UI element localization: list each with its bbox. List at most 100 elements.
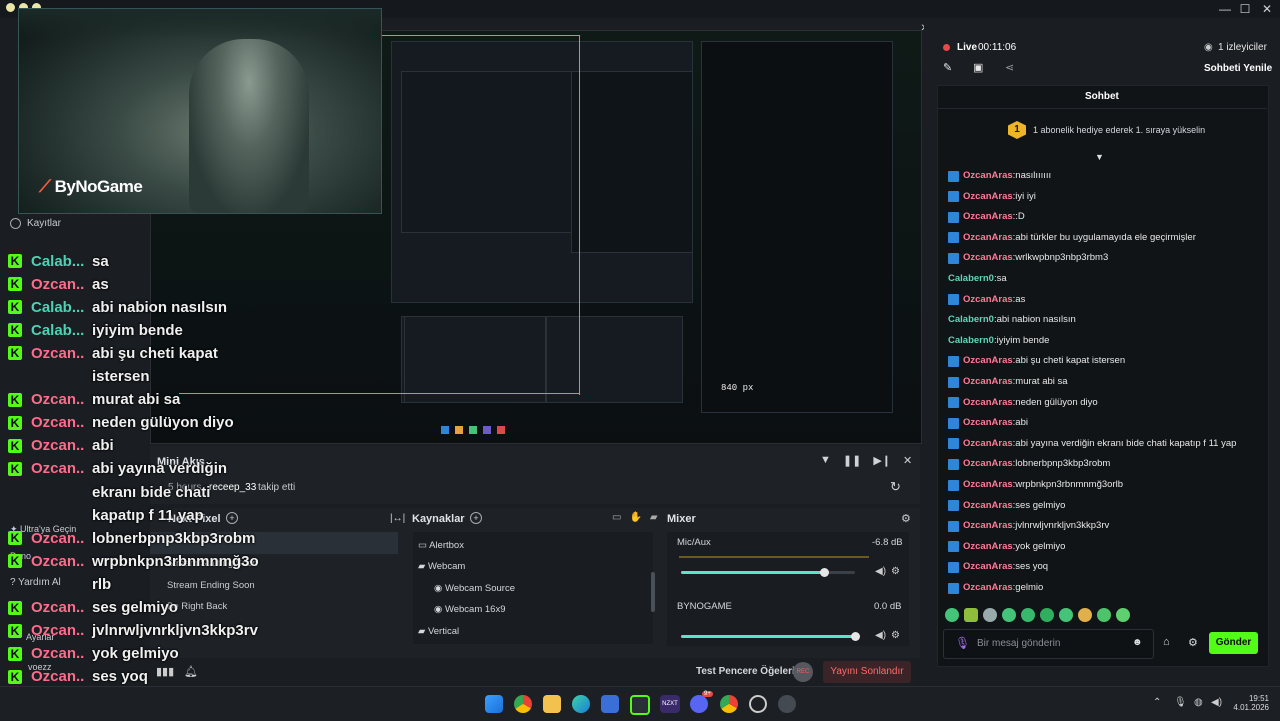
emoji-icon[interactable]: ☻ <box>1132 637 1143 648</box>
source-item[interactable]: ◉ Webcam Source <box>434 583 515 594</box>
chat-username[interactable]: OzcanAras <box>963 353 1013 369</box>
chat-username[interactable]: OzcanAras <box>963 456 1013 472</box>
share-icon[interactable]: ⋖ <box>1005 61 1014 74</box>
chat-username[interactable]: OzcanAras <box>963 292 1013 308</box>
scene-item[interactable]: Stream Ending Soon <box>167 580 255 591</box>
record-button[interactable]: REC <box>793 662 813 682</box>
chat-settings-gear-icon[interactable]: ⚙ <box>1188 636 1198 649</box>
chat-username[interactable]: OzcanAras <box>963 230 1013 246</box>
tray-chevron-icon[interactable]: ⌃ <box>1153 697 1161 708</box>
emote-icon[interactable] <box>964 608 978 622</box>
store-app-icon[interactable] <box>601 695 619 713</box>
mic-volume-knob[interactable] <box>820 568 829 577</box>
mic-tray-icon[interactable]: 🎙︎ <box>1174 697 1187 708</box>
chat-username[interactable]: Calabern0 <box>948 333 994 349</box>
chat-message-row: OzcanAras: wrlkwpbnp3nbp3rbm3 <box>948 250 1108 266</box>
chat-message-text: yok gelmiyo <box>1015 540 1066 552</box>
chat-username[interactable]: OzcanAras <box>963 250 1013 266</box>
stats-icon[interactable]: ▮▮▮ <box>156 665 174 678</box>
chat-username[interactable]: OzcanAras <box>963 374 1013 390</box>
chat-username[interactable]: OzcanAras <box>963 436 1013 452</box>
store-icon[interactable]: ⌂ <box>1163 636 1170 648</box>
chat-username[interactable]: OzcanAras <box>963 498 1013 514</box>
emote-icon[interactable] <box>1040 608 1054 622</box>
pause-icon[interactable]: ❚❚ <box>843 454 861 467</box>
maximize-button[interactable]: ☐ <box>1234 0 1256 18</box>
size-readout: 840 px <box>721 383 754 393</box>
chat-username[interactable]: OzcanAras <box>963 539 1013 555</box>
nzxt-icon[interactable]: NZXT <box>660 695 680 713</box>
expand-dock-icon[interactable]: |↔| <box>390 513 405 524</box>
end-stream-button[interactable]: Yayını Sonlandır <box>823 661 911 683</box>
chat-username[interactable]: OzcanAras <box>963 209 1013 225</box>
mixer-settings-gear-icon[interactable]: ⚙ <box>901 512 911 525</box>
source-item[interactable]: ▰ Webcam <box>418 561 465 572</box>
sidebar-item-recordings[interactable]: Kayıtlar <box>10 218 61 229</box>
network-icon[interactable]: ◍ <box>1194 697 1203 708</box>
file-explorer-icon[interactable] <box>543 695 561 713</box>
chat-username[interactable]: OzcanAras <box>963 477 1013 493</box>
chat-username[interactable]: OzcanAras <box>963 395 1013 411</box>
emote-icon[interactable] <box>1021 608 1035 622</box>
emote-icon[interactable] <box>1116 608 1130 622</box>
source-item[interactable]: ◉ Webcam 16x9 <box>434 604 506 615</box>
minimize-button[interactable]: — <box>1214 0 1236 18</box>
mic-speaker-icon[interactable]: ◀) <box>875 566 886 577</box>
desktop-volume-knob[interactable] <box>851 632 860 641</box>
folder-icon: ▰ <box>418 561 428 572</box>
microphone-icon[interactable]: 🎙︎ <box>955 636 970 650</box>
chat-username[interactable]: OzcanAras <box>963 518 1013 534</box>
emote-icon[interactable] <box>1002 608 1016 622</box>
chrome-icon[interactable] <box>514 695 532 713</box>
skip-icon[interactable]: ▶❙ <box>873 454 891 467</box>
discord-icon[interactable] <box>690 695 708 713</box>
pencil-icon[interactable]: ✎ <box>943 61 952 74</box>
sources-scrollbar[interactable] <box>651 572 655 612</box>
emote-icon[interactable] <box>983 608 997 622</box>
emote-icon[interactable] <box>945 608 959 622</box>
collapse-goal-icon[interactable]: ▼ <box>1095 152 1104 162</box>
emote-icon[interactable] <box>1078 608 1092 622</box>
mute-alerts-icon[interactable]: ✕ <box>903 454 912 467</box>
steam-icon[interactable] <box>749 695 767 713</box>
folder-add-icon[interactable]: ▰ <box>650 512 658 523</box>
streaming-app-icon[interactable] <box>630 695 650 715</box>
refresh-chat-button[interactable]: Sohbeti Yenile <box>1204 63 1272 74</box>
app-icon[interactable] <box>778 695 796 713</box>
chat-username[interactable]: OzcanAras <box>963 415 1013 431</box>
chat-username[interactable]: OzcanAras <box>963 559 1013 575</box>
emote-icon[interactable] <box>1059 608 1073 622</box>
user-badge-icon <box>948 191 959 203</box>
overlay-chat-user: Ozcan... <box>31 460 84 478</box>
mic-gear-icon[interactable]: ⚙ <box>891 566 900 577</box>
start-icon[interactable] <box>485 695 503 713</box>
hand-icon[interactable]: ✋ <box>629 512 641 523</box>
popout-icon[interactable]: ▣ <box>973 61 983 74</box>
desktop-gear-icon[interactable]: ⚙ <box>891 630 900 641</box>
source-item[interactable]: ▭ Alertbox <box>418 540 464 551</box>
display-icon[interactable]: ▭ <box>612 512 621 523</box>
desktop-speaker-icon[interactable]: ◀) <box>875 630 886 641</box>
add-scene-icon[interactable]: + <box>226 512 238 524</box>
clock[interactable]: 19:51 4.01.2026 <box>1233 694 1269 712</box>
volume-tray-icon[interactable]: ◀) <box>1211 697 1222 708</box>
chat-input-placeholder[interactable]: Bir mesaj gönderin <box>977 638 1060 649</box>
chrome-profile-icon[interactable] <box>720 695 738 713</box>
close-button[interactable]: ✕ <box>1256 0 1278 18</box>
source-item[interactable]: ▰ Vertical <box>418 626 459 637</box>
filter-icon[interactable]: ▼ <box>820 454 831 467</box>
add-source-icon[interactable]: + <box>470 512 482 524</box>
chat-username[interactable]: Calabern0 <box>948 312 994 328</box>
test-widgets-button[interactable]: Test Pencere Öğeleri <box>696 666 795 677</box>
chat-username[interactable]: OzcanAras <box>963 168 1013 184</box>
activity-user[interactable]: receep_33 <box>209 482 256 493</box>
send-button[interactable]: Gönder <box>1209 632 1258 654</box>
edge-icon[interactable] <box>572 695 590 713</box>
emote-icon[interactable] <box>1097 608 1111 622</box>
notification-bell-icon[interactable]: 🔔︎ <box>184 665 198 678</box>
refresh-icon[interactable]: ↻ <box>890 479 901 495</box>
sidebar-item-help[interactable]: ? Yardım Al <box>10 577 61 588</box>
chat-username[interactable]: OzcanAras <box>963 580 1013 596</box>
chat-username[interactable]: Calabern0 <box>948 271 994 287</box>
chat-username[interactable]: OzcanAras <box>963 189 1013 205</box>
